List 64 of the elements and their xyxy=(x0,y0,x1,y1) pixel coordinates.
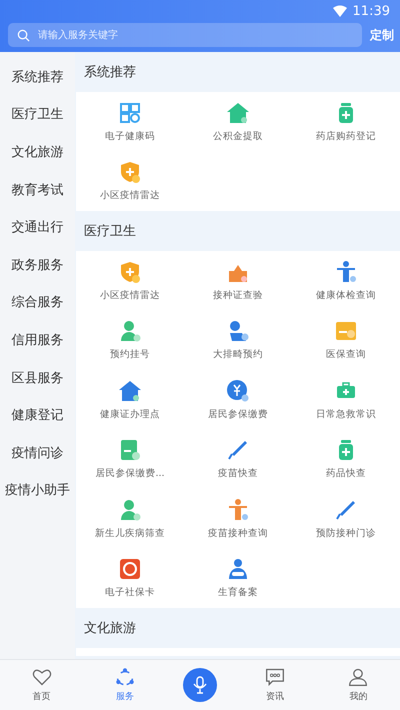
service-label[interactable]: 生育备案 xyxy=(218,586,258,600)
service-label[interactable]: 药店购药登记 xyxy=(316,130,376,143)
service-label[interactable]: 医保查询 xyxy=(326,348,366,362)
service-label[interactable]: 接种证查验 xyxy=(213,288,263,302)
shield-icon xyxy=(118,260,142,284)
microphone-icon xyxy=(192,676,208,694)
wifi-icon xyxy=(332,5,347,17)
service-label[interactable]: 健康体检查询 xyxy=(316,288,376,302)
service-label[interactable]: 疫苗接种查询 xyxy=(208,526,268,540)
voice-button[interactable] xyxy=(182,668,217,702)
chat-icon xyxy=(265,667,286,687)
service-label[interactable]: 药品快查 xyxy=(326,467,366,480)
service-label[interactable]: 居民参保缴费... xyxy=(95,467,165,480)
syringe-icon xyxy=(226,438,250,462)
service-label[interactable]: 健康证办理点 xyxy=(100,408,160,421)
service-label[interactable]: 疫苗快查 xyxy=(218,467,258,480)
qr-code-icon xyxy=(118,100,142,125)
search-icon xyxy=(17,29,30,42)
nav-tab[interactable]: 首页 xyxy=(16,667,67,703)
service-label[interactable]: 公积金提取 xyxy=(213,130,263,143)
sidebar-item[interactable]: 健康登记 xyxy=(0,396,75,434)
card-icon xyxy=(118,557,142,582)
shield-icon xyxy=(118,160,142,184)
network-icon xyxy=(114,667,135,687)
nav-tab[interactable]: 我的 xyxy=(333,667,384,703)
sidebar-item[interactable]: 综合服务 xyxy=(0,284,75,322)
nav-tab[interactable]: 服务 xyxy=(100,667,150,703)
user-icon xyxy=(348,667,368,687)
service-label[interactable]: 预约挂号 xyxy=(110,348,150,362)
customize-link[interactable]: 定制 xyxy=(370,26,394,44)
section-title: 系统推荐 xyxy=(84,64,136,81)
sidebar-item[interactable]: 区县服务 xyxy=(0,358,75,396)
sidebar-item[interactable]: 文化旅游 xyxy=(0,133,75,171)
service-label[interactable]: 小区疫情雷达 xyxy=(100,189,160,202)
section-title: 文化旅游 xyxy=(84,620,136,637)
sidebar-item[interactable]: 疫情问诊 xyxy=(0,434,75,472)
status-time: 11:39 xyxy=(352,4,390,18)
coin-icon xyxy=(226,378,250,403)
section-title: 医疗卫生 xyxy=(84,223,136,240)
person-icon xyxy=(334,260,358,284)
house-icon xyxy=(226,100,250,125)
service-label[interactable]: 居民参保缴费 xyxy=(208,408,268,421)
sidebar-item[interactable]: 疫情小助手 xyxy=(0,472,75,510)
person-icon xyxy=(226,557,250,582)
doctor-icon xyxy=(118,498,142,522)
service-label[interactable]: 日常急救常识 xyxy=(316,408,376,421)
person-icon xyxy=(226,498,250,522)
house-icon xyxy=(118,378,142,403)
service-label[interactable]: 小区疫情雷达 xyxy=(100,288,160,302)
sidebar-item[interactable]: 系统推荐 xyxy=(0,58,75,96)
nav-tab[interactable]: 资讯 xyxy=(250,667,300,703)
document-icon xyxy=(118,438,142,462)
service-label[interactable]: 电子健康码 xyxy=(105,130,155,143)
service-label[interactable]: 预防接种门诊 xyxy=(316,526,376,540)
doctor-icon xyxy=(118,319,142,344)
sidebar-item[interactable]: 交通出行 xyxy=(0,208,75,246)
sidebar-item[interactable]: 医疗卫生 xyxy=(0,96,75,134)
service-label[interactable]: 电子社保卡 xyxy=(105,586,155,600)
sidebar-item[interactable]: 政务服务 xyxy=(0,246,75,284)
service-label[interactable]: 大排畸预约 xyxy=(213,348,263,362)
sidebar-item[interactable]: 信用服务 xyxy=(0,321,75,359)
sidebar-item[interactable]: 教育考试 xyxy=(0,170,75,208)
heart-icon xyxy=(32,667,52,687)
service-label[interactable]: 新生儿疾病筛查 xyxy=(95,526,165,540)
